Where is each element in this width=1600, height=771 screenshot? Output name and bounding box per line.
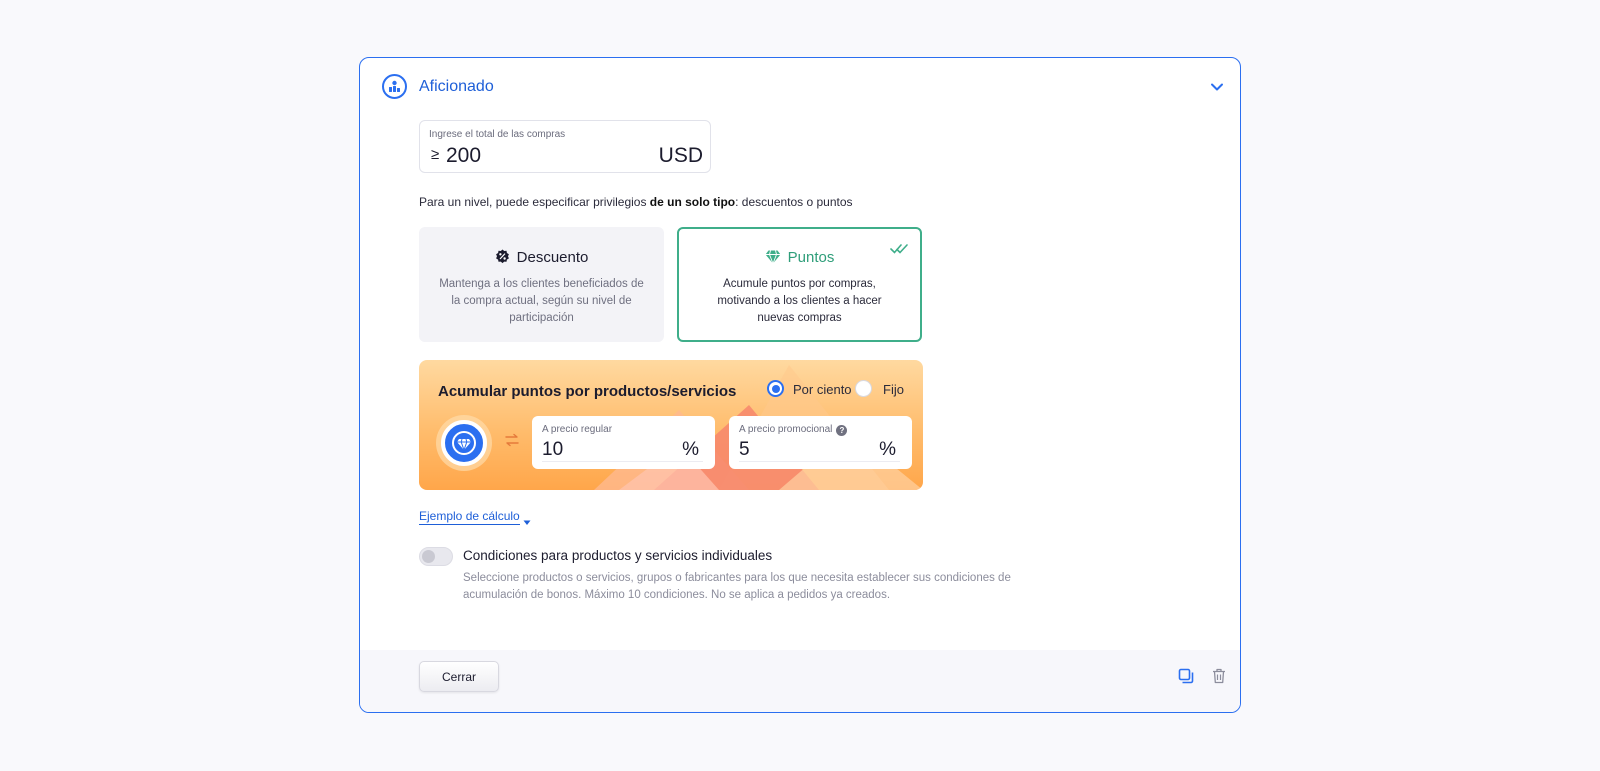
level-badge-icon [382,74,407,99]
promo-price-field[interactable]: A precio promocional? 5 % [729,416,912,469]
percent-radio[interactable] [767,380,784,397]
greater-equal-operator: ≥ [431,146,440,163]
help-icon[interactable]: ? [836,425,848,436]
level-header[interactable]: Aficionado [360,58,1240,116]
regular-price-value[interactable]: 10 [542,439,563,461]
level-card: Aficionado Ingrese el total de las compr… [359,57,1241,713]
percent-icon [495,249,510,268]
fixed-radio[interactable] [855,380,872,397]
level-title: Aficionado [419,78,494,95]
chevron-down-icon[interactable] [1208,78,1226,96]
copy-icon[interactable] [1178,668,1194,689]
close-button[interactable]: Cerrar [419,661,499,692]
double-check-icon [890,242,910,260]
card-footer: Cerrar [360,650,1240,712]
points-coin-icon [441,420,487,466]
conditions-title: Condiciones para productos y servicios i… [463,548,773,563]
conditions-description: Seleccione productos o servicios, grupos… [463,572,1011,601]
regular-price-field[interactable]: A precio regular 10 % [532,416,715,469]
discount-title: Descuento [516,249,589,266]
field-underline [739,461,900,462]
currency-label: USD [658,144,703,167]
field-underline [542,461,703,462]
individual-conditions-toggle[interactable] [419,547,453,566]
privileges-note: Para un nivel, puede especificar privile… [419,195,853,209]
calculation-example-link[interactable]: Ejemplo de cálculo [419,509,520,525]
percent-radio-label[interactable]: Por ciento [793,382,852,397]
trash-icon[interactable] [1212,668,1226,689]
points-accumulation-panel: Acumular puntos por productos/servicios … [419,360,923,490]
diamond-icon [765,250,781,268]
promo-price-unit: % [879,439,896,460]
points-description: Acumule puntos por compras, motivando a … [717,278,882,324]
purchase-total-value[interactable]: 200 [446,144,481,168]
discount-description: Mantenga a los clientes beneficiados de … [439,278,644,324]
promo-price-label: A precio promocional? [739,424,848,436]
regular-price-label: A precio regular [542,424,613,435]
caret-down-icon[interactable] [523,513,531,531]
promo-price-value[interactable]: 5 [739,439,750,461]
discount-option[interactable]: Descuento Mantenga a los clientes benefi… [419,227,664,342]
points-option[interactable]: Puntos Acumule puntos por compras, motiv… [677,227,922,342]
accumulate-title: Acumular puntos por productos/servicios [438,383,737,400]
exchange-arrows-icon [504,433,520,452]
fixed-radio-label[interactable]: Fijo [883,382,904,397]
points-title: Puntos [787,249,835,266]
purchase-total-field[interactable]: Ingrese el total de las compras ≥ 200 US… [419,120,711,173]
regular-price-unit: % [682,439,699,460]
purchase-total-label: Ingrese el total de las compras [429,129,566,140]
